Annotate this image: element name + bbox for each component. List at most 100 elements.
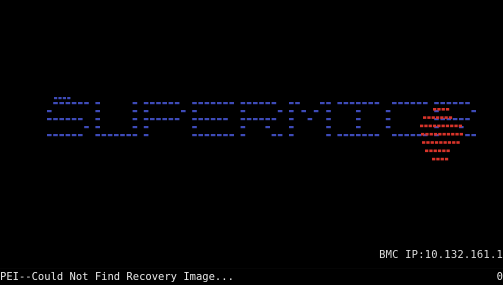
logo-dot <box>471 134 476 137</box>
logo-dot <box>143 110 149 113</box>
logo-globe-dot <box>422 141 426 144</box>
logo-globe-dot <box>435 116 440 119</box>
logo-dot <box>198 118 203 121</box>
logo-globe-dot <box>420 124 424 128</box>
logo-dot <box>47 134 52 137</box>
logo-dot <box>67 97 71 100</box>
logo-dot <box>132 126 138 129</box>
logo-dot <box>150 118 155 121</box>
logo-dot <box>65 118 71 121</box>
logo-dot <box>398 102 403 105</box>
logo-dot <box>150 102 155 105</box>
logo-dot <box>53 118 58 121</box>
logo-dot <box>471 110 476 113</box>
logo-dot <box>71 102 77 105</box>
logo-dot <box>198 134 203 137</box>
logo-dot <box>368 102 373 105</box>
logo-globe-dot <box>441 124 445 128</box>
logo-globe-dot <box>446 132 451 136</box>
logo-dot <box>410 134 416 137</box>
logo-dot <box>192 102 197 105</box>
logo-dot <box>320 102 325 105</box>
logo-dot <box>404 102 409 105</box>
logo-dot <box>465 102 470 105</box>
logo-dot <box>101 134 107 137</box>
logo-dot <box>289 134 294 137</box>
logo-globe-dot <box>437 108 441 111</box>
logo-dot <box>132 134 138 137</box>
logo-globe-dot <box>426 141 430 144</box>
logo-globe-dot <box>437 149 442 153</box>
logo-globe-dot <box>438 132 442 136</box>
logo-dot <box>58 97 62 100</box>
logo-dot <box>349 102 355 105</box>
logo-dot <box>446 102 452 105</box>
logo-globe-dot <box>433 132 438 136</box>
logo-dot <box>423 102 428 105</box>
logo-globe-dot <box>432 157 436 161</box>
logo-dot <box>198 102 203 105</box>
logo-dot <box>368 134 373 137</box>
logo-dot <box>356 126 361 129</box>
logo-dot <box>253 102 258 105</box>
logo-dot <box>84 102 89 105</box>
logo-dot <box>217 118 222 121</box>
logo-dot <box>374 102 380 105</box>
logo-dot <box>192 134 197 137</box>
logo-dot <box>210 134 216 137</box>
logo-dot <box>54 97 58 100</box>
logo-dot <box>271 102 277 105</box>
logo-dot <box>385 110 391 113</box>
logo-dot <box>265 118 270 121</box>
logo-dot <box>465 134 470 137</box>
logo-dot <box>95 126 100 129</box>
boot-screen: BMC IP:10.132.161.1 PEI--Could Not Find … <box>0 0 503 285</box>
logo-dot <box>410 102 416 105</box>
logo-dot <box>78 134 83 137</box>
logo-dot <box>120 134 125 137</box>
logo-globe-dot <box>458 124 462 128</box>
logo-dot <box>174 118 180 121</box>
logo-dot <box>65 102 71 105</box>
logo-dot <box>246 118 252 121</box>
logo-dot <box>452 118 458 121</box>
logo-dot <box>59 134 64 137</box>
logo-dot <box>343 134 349 137</box>
logo-dot <box>65 134 71 137</box>
logo-globe-dot <box>444 116 448 119</box>
logo-dot <box>240 118 246 121</box>
logo-dot <box>465 118 470 121</box>
logo-dot <box>416 134 422 137</box>
logo-dot <box>181 110 186 113</box>
logo-dot <box>229 134 234 137</box>
logo-dot <box>271 134 277 137</box>
logo-dot <box>132 102 138 105</box>
logo-dot <box>217 134 222 137</box>
logo-dot <box>223 118 228 121</box>
logo-dot <box>59 118 64 121</box>
logo-globe-dot <box>445 124 450 128</box>
logo-dot <box>84 126 89 129</box>
logo-globe-dot <box>447 141 452 144</box>
logo-globe-dot <box>452 141 456 144</box>
status-message: PEI--Could Not Find Recovery Image... <box>0 271 234 283</box>
logo-dot <box>71 134 77 137</box>
logo-dot <box>265 102 270 105</box>
logo-dot <box>95 118 100 121</box>
logo-globe-dot <box>429 132 433 136</box>
logo-globe-dot <box>444 157 449 161</box>
logo-dot <box>265 126 270 129</box>
logo-dot <box>53 102 58 105</box>
logo-dot <box>223 102 228 105</box>
bmc-ip-text: BMC IP:10.132.161.1 <box>379 249 503 261</box>
divider <box>0 268 503 269</box>
logo-globe-dot <box>439 141 443 144</box>
logo-dot <box>295 102 300 105</box>
logo-dot <box>168 118 174 121</box>
logo-globe-dot <box>455 132 459 136</box>
logo-globe-dot <box>437 124 441 128</box>
logo-globe-dot <box>446 149 450 153</box>
logo-globe-dot <box>433 108 437 111</box>
logo-dot <box>337 134 342 137</box>
logo-dot <box>71 118 77 121</box>
